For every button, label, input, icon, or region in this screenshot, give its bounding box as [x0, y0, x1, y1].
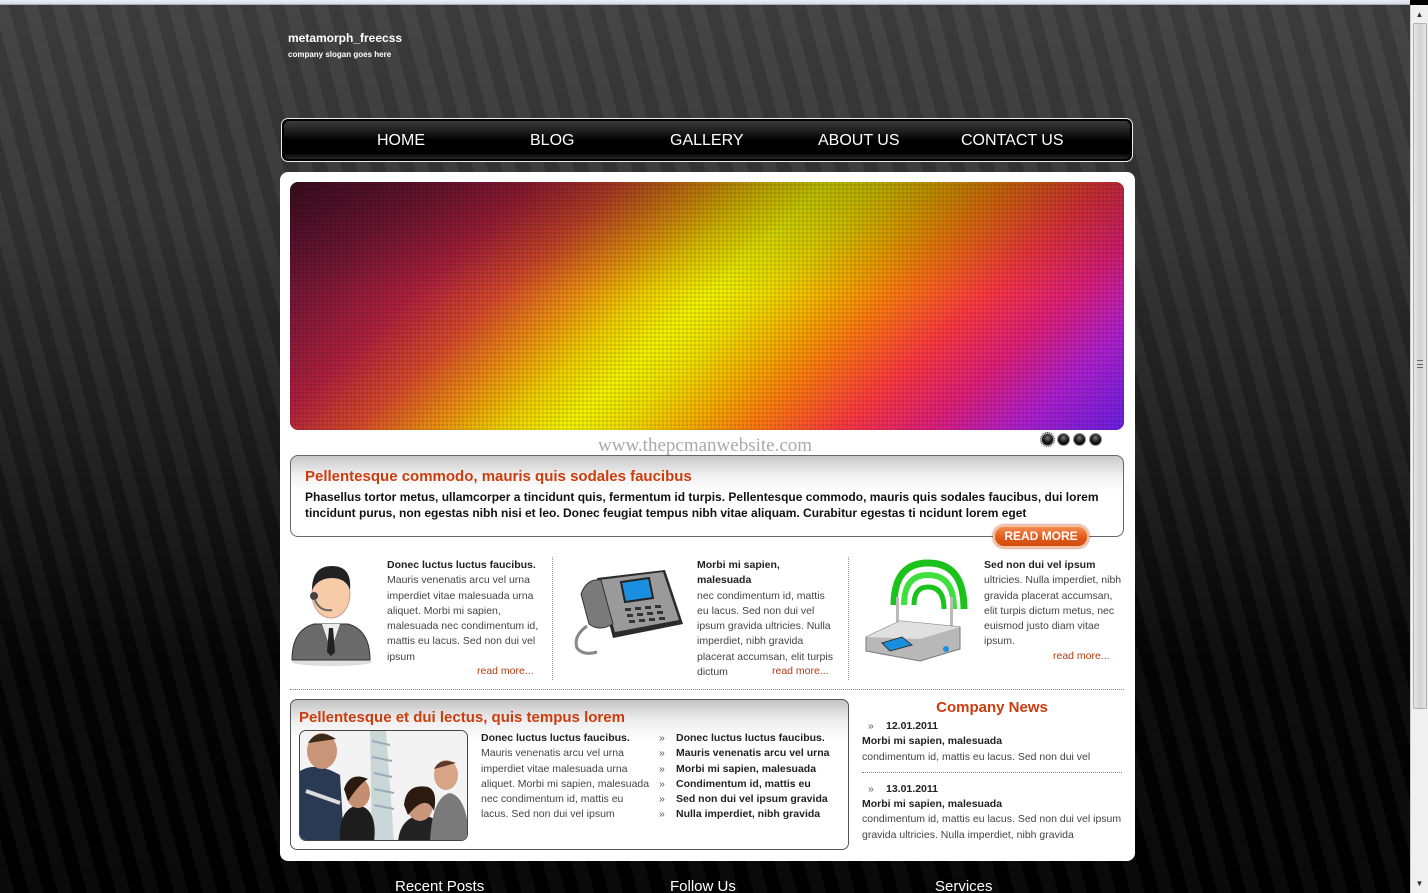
slide-dot-2[interactable]: [1057, 433, 1070, 446]
nav-about-us[interactable]: ABOUT US: [818, 132, 900, 150]
scroll-down-arrow-icon[interactable]: ▼: [1413, 877, 1426, 890]
company-news: Company News » 12.01.2011 Morbi mi sapien…: [862, 699, 1122, 843]
feature-text: Phasellus tortor metus, ullamcorper a ti…: [305, 490, 1099, 520]
nav-gallery[interactable]: GALLERY: [670, 132, 744, 150]
footer-heading-recent-posts: Recent Posts: [395, 878, 485, 893]
double-chevron-icon: »: [659, 777, 665, 790]
site-logo[interactable]: metamorph_freecss company slogan goes he…: [288, 31, 402, 59]
company-news-title: Company News: [936, 699, 1048, 716]
list-item[interactable]: » Donec luctus luctus faucibus.: [659, 731, 829, 746]
double-chevron-icon: »: [868, 782, 874, 795]
nav-blog[interactable]: BLOG: [530, 132, 574, 150]
list-item[interactable]: » Morbi mi sapien, malesuada: [659, 762, 829, 777]
highlight-text: Donec luctus luctus faucibus. Mauris ven…: [481, 731, 651, 823]
column-2-read-more-link[interactable]: read more...: [772, 665, 829, 677]
column-2-text: Morbi mi sapien, malesuada nec condiment…: [697, 558, 837, 680]
news-date: 13.01.2011: [886, 782, 938, 795]
scroll-up-arrow-icon[interactable]: ▲: [1413, 8, 1426, 21]
list-item[interactable]: » Sed non dui vel ipsum gravida: [659, 792, 829, 807]
team-photo: [299, 730, 468, 841]
highlight-body: Mauris venenatis arcu vel urna imperdiet…: [481, 747, 650, 821]
vertical-scrollbar[interactable]: ▲ ▼: [1410, 5, 1428, 893]
news-divider: [862, 771, 1122, 773]
slide-dot-1[interactable]: [1040, 432, 1055, 447]
nav-home[interactable]: HOME: [377, 132, 425, 150]
highlight-title: Pellentesque et dui lectus, quis tempus …: [299, 709, 625, 726]
column-3-heading: Sed non dui vel ipsum: [984, 559, 1096, 571]
slideshow-pager: [1040, 432, 1102, 447]
section-divider: [290, 689, 1124, 690]
column-1-heading: Donec luctus luctus faucibus.: [387, 559, 536, 571]
slide-dot-4[interactable]: [1089, 433, 1102, 446]
highlight-heading: Donec luctus luctus faucibus.: [481, 732, 630, 744]
column-1-body: Mauris venenatis arcu vel urna imperdiet…: [387, 574, 539, 663]
double-chevron-icon: »: [868, 720, 874, 732]
main-content: www.thepcmanwebsite.com Pellentesque com…: [280, 172, 1135, 861]
column-3-body: ultricies. Nulla imperdiet, nibh gravida…: [984, 574, 1122, 648]
list-item[interactable]: » Condimentum id, mattis eu: [659, 777, 829, 792]
column-1-read-more-link[interactable]: read more...: [477, 665, 534, 677]
desk-phone-icon: [567, 564, 685, 661]
column-2-heading: Morbi mi sapien, malesuada: [697, 559, 780, 587]
site-slogan: company slogan goes here: [288, 50, 392, 59]
news-date: 12.01.2011: [886, 720, 938, 732]
banner-slideshow[interactable]: [290, 182, 1124, 430]
read-more-button[interactable]: READ MORE: [993, 525, 1089, 548]
news-item: » 13.01.2011 Morbi mi sapien, malesuada c…: [862, 782, 1122, 843]
news-text: condimentum id, mattis eu lacus. Sed non…: [862, 813, 1122, 841]
news-heading[interactable]: Morbi mi sapien, malesuada: [862, 797, 1122, 812]
column-divider: [848, 557, 849, 680]
news-item: » 12.01.2011 Morbi mi sapien, malesuada c…: [862, 719, 1122, 765]
main-navigation: HOME BLOG GALLERY ABOUT US CONTACT US: [281, 118, 1133, 162]
news-heading[interactable]: Morbi mi sapien, malesuada: [862, 734, 1122, 749]
list-item[interactable]: » Mauris venenatis arcu vel urna: [659, 746, 829, 761]
column-1-text: Donec luctus luctus faucibus. Mauris ven…: [387, 558, 547, 665]
feature-box: Pellentesque commodo, mauris quis sodale…: [290, 455, 1124, 537]
highlight-box: Pellentesque et dui lectus, quis tempus …: [290, 699, 849, 850]
footer-heading-follow-us: Follow Us: [670, 878, 736, 893]
wifi-router-icon: [860, 557, 972, 670]
footer-heading-services: Services: [935, 878, 993, 893]
site-title[interactable]: metamorph_freecss: [288, 31, 402, 45]
support-agent-icon: [288, 560, 374, 671]
slide-dot-3[interactable]: [1073, 433, 1086, 446]
double-chevron-icon: »: [659, 793, 665, 806]
highlight-link-list: » Donec luctus luctus faucibus. » Mauris v…: [659, 731, 829, 823]
list-item[interactable]: » Nulla imperdiet, nibh gravida: [659, 807, 829, 822]
feature-title: Pellentesque commodo, mauris quis sodale…: [305, 468, 692, 485]
grip-icon: [1417, 360, 1423, 368]
column-divider: [552, 557, 553, 680]
scroll-thumb[interactable]: [1413, 23, 1427, 709]
double-chevron-icon: »: [659, 732, 665, 744]
double-chevron-icon: »: [659, 808, 665, 821]
double-chevron-icon: »: [659, 747, 665, 760]
column-3-read-more-link[interactable]: read more...: [1053, 650, 1110, 662]
watermark-text: www.thepcmanwebsite.com: [598, 435, 813, 456]
double-chevron-icon: »: [659, 762, 665, 775]
nav-contact-us[interactable]: CONTACT US: [961, 132, 1064, 150]
column-3-text: Sed non dui vel ipsum ultricies. Nulla i…: [984, 558, 1124, 650]
news-text: condimentum id, mattis eu lacus. Sed non…: [862, 750, 1091, 763]
